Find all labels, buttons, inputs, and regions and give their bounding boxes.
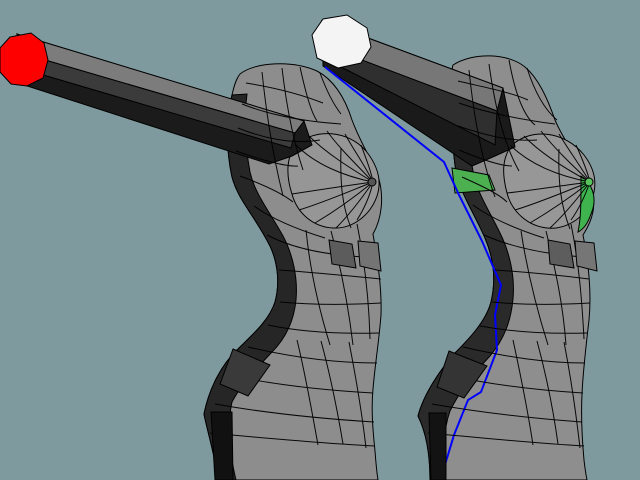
left-torso-shade-face: [328, 239, 357, 269]
right-arm-cap[interactable]: [311, 14, 372, 69]
viewport-canvas[interactable]: [0, 0, 640, 480]
right-leg-dark-face: [428, 412, 447, 480]
3d-viewport[interactable]: [0, 0, 640, 480]
left-torso-model[interactable]: [0, 32, 383, 480]
left-nipple-vertex[interactable]: [367, 177, 377, 187]
right-nipple-vertex[interactable]: [584, 177, 594, 187]
left-arm-cap[interactable]: [0, 32, 49, 87]
right-torso-light-face: [574, 240, 598, 272]
left-torso-light-face: [357, 240, 382, 272]
left-leg-dark-face: [210, 411, 234, 480]
right-torso-shade-face: [547, 239, 575, 269]
